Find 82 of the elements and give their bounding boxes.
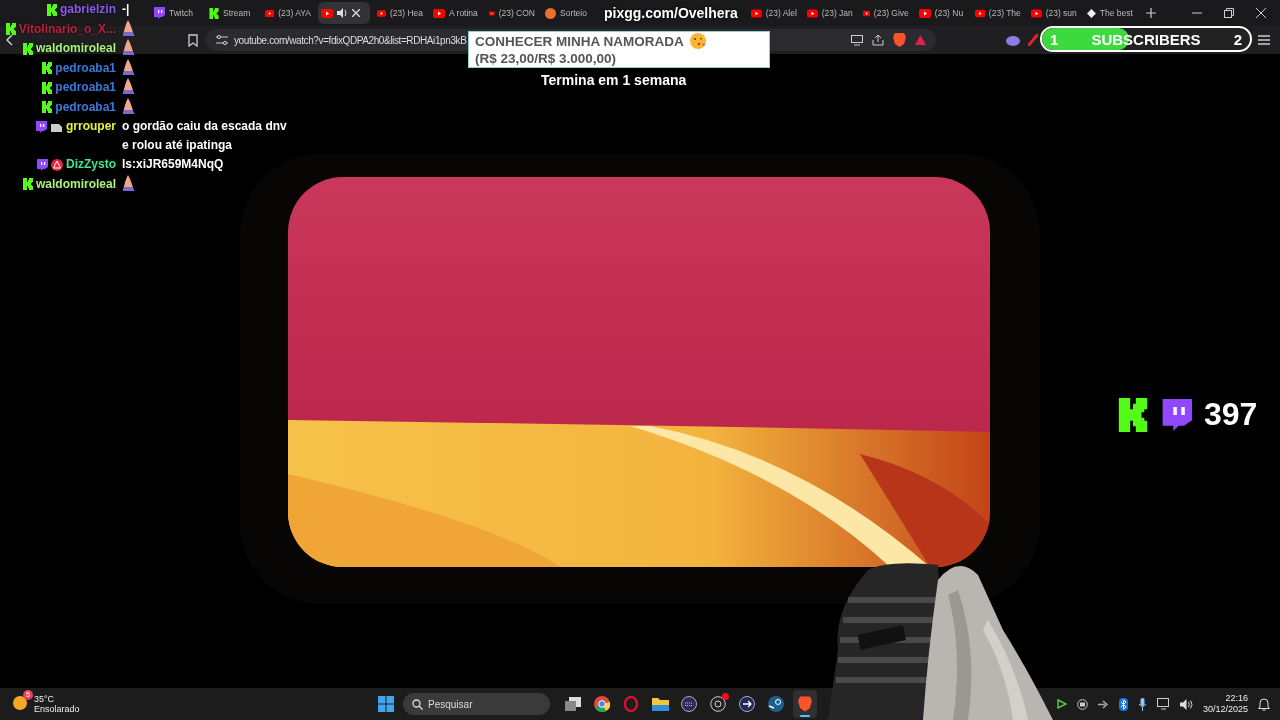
triangle-icon[interactable]	[915, 35, 926, 45]
chat-username: Vitolinario_o_X...	[18, 20, 116, 38]
browser-tab[interactable]: Stream	[206, 2, 258, 24]
monitor-icon[interactable]	[1156, 698, 1170, 710]
temperature-text: 35°C	[34, 694, 56, 704]
play-icon	[265, 8, 275, 18]
logo-icon	[209, 7, 219, 19]
taskbar-app[interactable]	[793, 690, 817, 718]
play-icon[interactable]	[1056, 699, 1067, 709]
extension-icon[interactable]	[1006, 34, 1020, 46]
keyboard-icon	[681, 696, 697, 712]
play-icon	[321, 8, 333, 18]
share-icon[interactable]	[872, 34, 884, 46]
browser-tab[interactable]: Sorteio	[542, 2, 594, 24]
ring-icon	[624, 696, 638, 712]
play-icon	[806, 8, 818, 18]
circle-icon[interactable]	[1076, 698, 1088, 710]
play-icon	[377, 8, 386, 18]
play-icon	[974, 8, 985, 18]
browser-tab[interactable]: (23) Nu	[915, 2, 968, 24]
browser-tab[interactable]	[318, 2, 370, 24]
play-icon	[862, 8, 870, 18]
logo-icon	[47, 3, 57, 16]
bluetooth-icon[interactable]	[1118, 697, 1128, 711]
browser-tab[interactable]: Twitch	[150, 2, 202, 24]
browser-icon	[594, 696, 610, 712]
search-field[interactable]: Pesquisar	[403, 693, 550, 715]
browser-tab[interactable]: (23) Hea	[374, 2, 426, 24]
browser-tab[interactable]: (23) Alel	[747, 2, 800, 24]
speech-bubble-icon	[153, 7, 165, 19]
diamond-icon	[1086, 7, 1096, 19]
screen-icon[interactable]	[851, 34, 863, 46]
chat-username: waldomiroleal	[35, 40, 116, 57]
browser-tab[interactable]: (23) The	[971, 2, 1024, 24]
speaker-icon[interactable]	[337, 8, 348, 18]
sun-icon[interactable]	[12, 695, 28, 711]
circle-icon	[545, 7, 556, 19]
browser-tab[interactable]: The best	[1083, 2, 1136, 24]
play-icon	[433, 8, 445, 18]
play-icon	[1030, 8, 1042, 18]
logo-icon	[5, 23, 16, 35]
logo-icon	[22, 42, 33, 55]
folder-icon	[651, 697, 669, 711]
browser-tab[interactable]: (23) Jan	[803, 2, 856, 24]
gear-arm-icon	[768, 696, 784, 712]
arrow-icon[interactable]	[1097, 699, 1109, 709]
lion-icon[interactable]	[893, 33, 906, 47]
weather-text: Ensolarado	[34, 704, 80, 714]
play-icon	[489, 8, 495, 18]
close-icon[interactable]	[352, 9, 360, 17]
browser-tab[interactable]: A rotina	[430, 2, 482, 24]
browser-tab[interactable]: (23) sun	[1027, 2, 1080, 24]
play-icon	[918, 8, 931, 18]
bell-icon[interactable]	[1258, 697, 1270, 711]
chat-username: gabrielzin	[60, 1, 116, 18]
microphone-icon[interactable]	[1137, 697, 1147, 711]
windows-stack-icon	[565, 697, 581, 711]
goal-title: CONHECER MINHA NAMORADA	[475, 32, 684, 50]
back-icon[interactable]	[5, 34, 13, 46]
goal-start-text: 1	[1050, 30, 1059, 48]
lion-icon	[798, 696, 812, 712]
extension-icon[interactable]	[1028, 34, 1038, 46]
chat-message: -|	[122, 1, 130, 18]
windows-icon[interactable]	[378, 696, 394, 712]
play-icon	[750, 8, 762, 18]
time-text[interactable]: 22:16	[1225, 693, 1248, 704]
date-text[interactable]: 30/12/2025	[1202, 704, 1248, 715]
settings-icon[interactable]	[216, 35, 228, 45]
browser-tab[interactable]: (23) CON	[486, 2, 538, 24]
search-icon	[412, 698, 423, 710]
close-icon[interactable]	[1256, 8, 1266, 18]
donation-link-text: pixgg.com/Ovelhera	[604, 5, 738, 21]
browser-tab[interactable]: (23) Give	[859, 2, 912, 24]
volume-icon[interactable]	[1179, 698, 1193, 710]
goal-end-text: 2	[1233, 30, 1242, 48]
kiss-face-icon	[689, 33, 706, 49]
browser-tab[interactable]: (23) AYA	[262, 2, 314, 24]
bookmark-icon[interactable]	[188, 33, 198, 47]
new-tab-icon[interactable]	[1145, 8, 1156, 18]
menu-icon[interactable]	[1258, 35, 1270, 45]
restore-icon[interactable]	[1224, 8, 1234, 18]
circle-icon	[710, 696, 726, 712]
